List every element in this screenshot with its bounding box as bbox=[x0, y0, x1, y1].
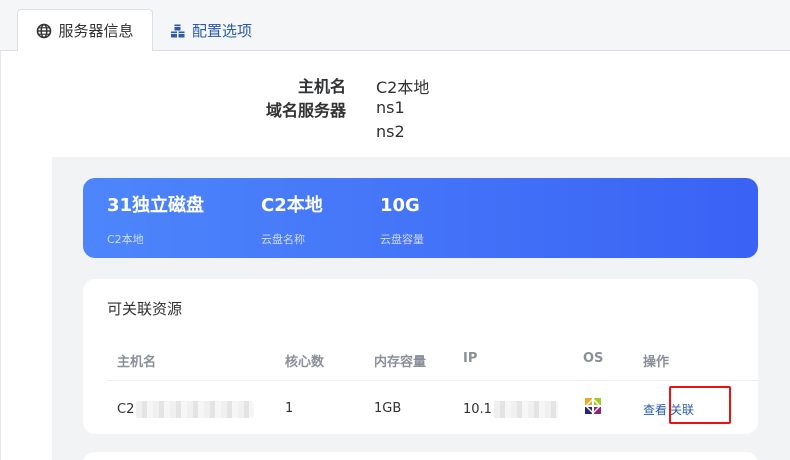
stat-cloud-name-label: 云盘名称 bbox=[261, 233, 305, 246]
resources-title: 可关联资源 bbox=[107, 300, 183, 318]
column-header-memory: 内存容量 bbox=[374, 355, 427, 370]
column-header-actions: 操作 bbox=[643, 355, 670, 370]
redacted-hostname bbox=[136, 401, 255, 418]
hostname-label: 主机名 bbox=[297, 77, 346, 96]
row-hostname: C2 bbox=[117, 401, 255, 418]
row-ip: 10.1 bbox=[463, 401, 558, 418]
tab-bar: 服务器信息 配置选项 bbox=[0, 0, 790, 52]
highlight-box bbox=[669, 386, 731, 424]
disk-summary-banner: 31独立磁盘 C2本地 C2本地 云盘名称 10G 云盘容量 bbox=[83, 178, 758, 258]
resources-card: 可关联资源 主机名 核心数 内存容量 IP OS 操作 C2 1 1GB 10.… bbox=[83, 279, 758, 434]
tab-server-info[interactable]: 服务器信息 bbox=[17, 9, 153, 52]
column-header-cores: 核心数 bbox=[285, 355, 325, 370]
stat-capacity-value: 10G bbox=[380, 195, 420, 216]
stat-disk: 31独立磁盘 C2本地 bbox=[107, 195, 204, 247]
dns-value-2: ns2 bbox=[376, 122, 405, 141]
stat-disk-value: 31独立磁盘 bbox=[107, 195, 205, 216]
dns-value-1: ns1 bbox=[376, 98, 405, 117]
hostname-value: C2本地 bbox=[376, 78, 430, 97]
row-cores: 1 bbox=[285, 401, 294, 416]
stat-capacity-label: 云盘容量 bbox=[380, 233, 424, 246]
globe-icon bbox=[36, 23, 52, 39]
stat-capacity: 10G 云盘容量 bbox=[380, 195, 424, 247]
centos-icon bbox=[583, 396, 603, 420]
cubes-icon bbox=[170, 23, 186, 39]
row-memory: 1GB bbox=[374, 401, 402, 416]
dns-label: 域名服务器 bbox=[265, 101, 346, 120]
tab-config-options-label: 配置选项 bbox=[192, 22, 253, 40]
tab-config-options[interactable]: 配置选项 bbox=[170, 9, 252, 52]
stat-disk-label: C2本地 bbox=[107, 233, 144, 246]
row-hostname-text: C2 bbox=[117, 402, 135, 417]
column-header-ip: IP bbox=[463, 351, 478, 366]
view-link[interactable]: 查看 bbox=[643, 403, 667, 417]
table-divider bbox=[107, 380, 758, 381]
redacted-ip bbox=[493, 401, 558, 418]
stat-cloud-name-value: C2本地 bbox=[261, 195, 323, 216]
stat-cloud-name: C2本地 云盘名称 bbox=[261, 195, 323, 247]
row-ip-text: 10.1 bbox=[463, 402, 492, 417]
next-card bbox=[83, 452, 758, 460]
tab-server-info-label: 服务器信息 bbox=[58, 22, 134, 40]
column-header-hostname: 主机名 bbox=[117, 355, 157, 370]
column-header-os: OS bbox=[583, 351, 604, 366]
